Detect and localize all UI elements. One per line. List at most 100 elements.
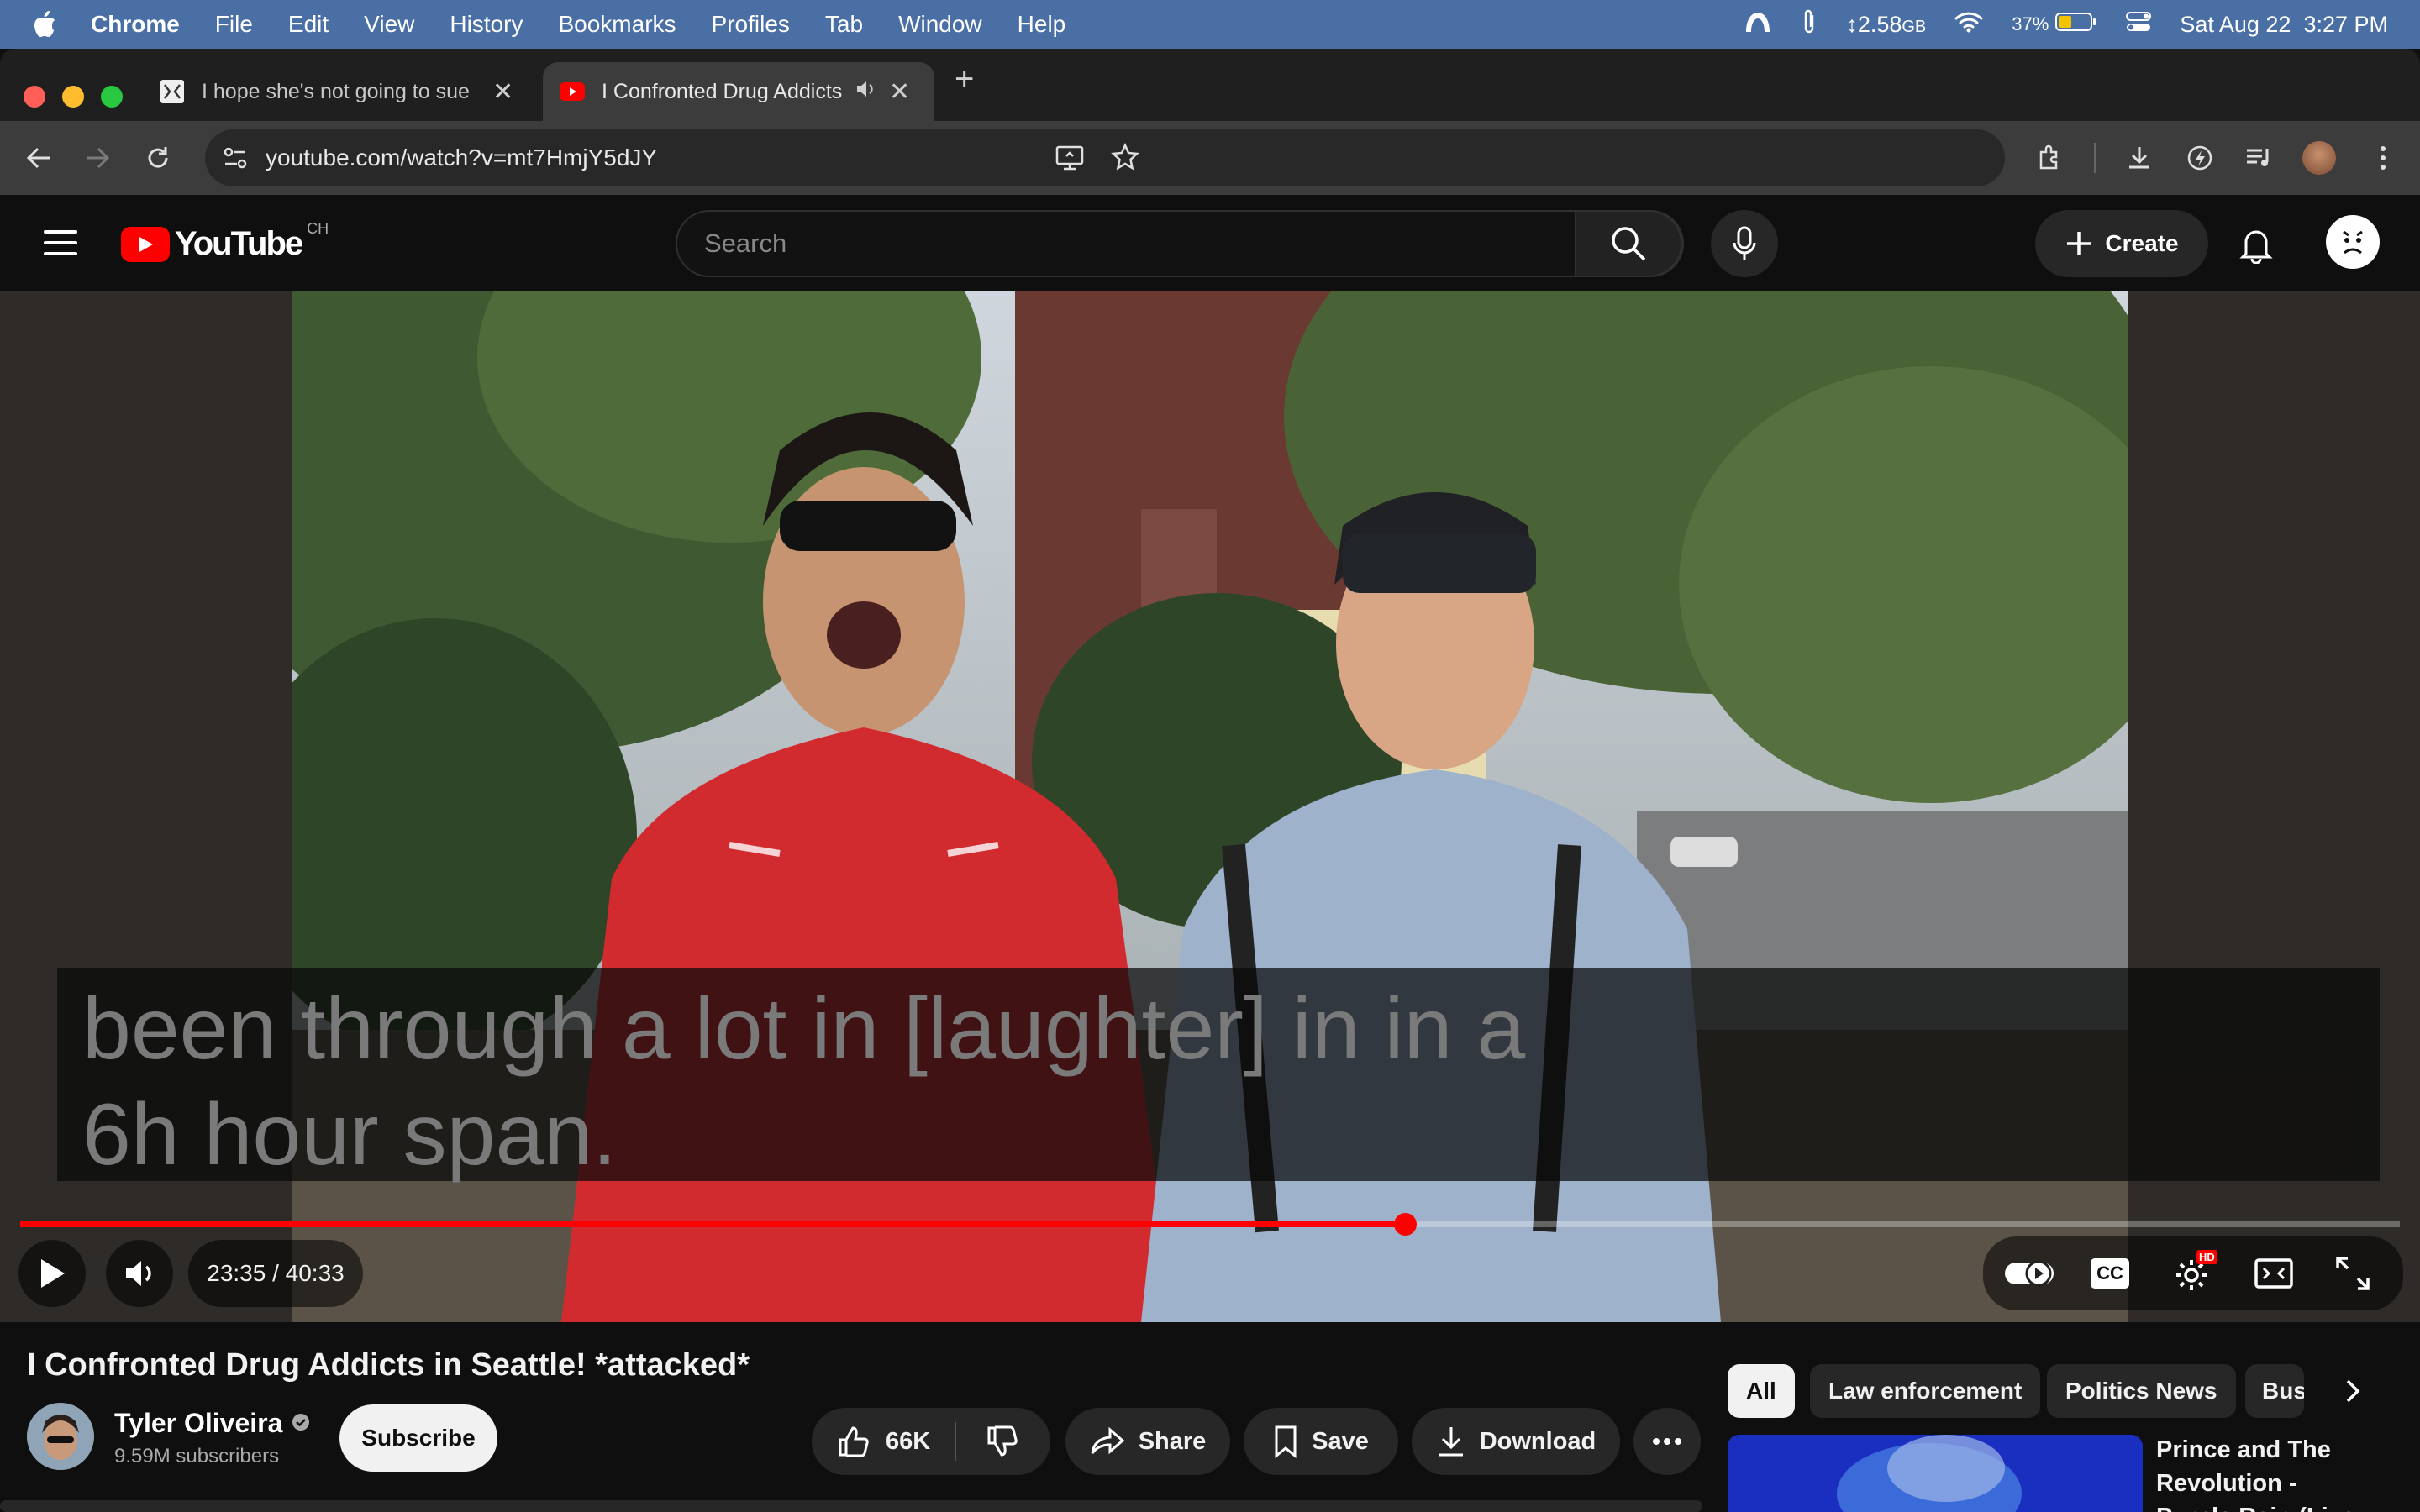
window-minimize-button[interactable] [62, 86, 84, 108]
menu-view[interactable]: View [364, 11, 414, 38]
more-actions-button[interactable] [1634, 1408, 1701, 1475]
channel-avatar-image [27, 1403, 94, 1470]
tab-title: I hope she's not going to sue [202, 79, 470, 103]
menu-tab[interactable]: Tab [825, 11, 863, 38]
chip-law-enforcement[interactable]: Law enforcement [1810, 1364, 2041, 1418]
more-horizontal-icon [1653, 1438, 1681, 1445]
chip-politics-news[interactable]: Politics News [2047, 1364, 2236, 1418]
tab-close-icon[interactable]: ✕ [492, 77, 513, 107]
channel-name-row[interactable]: Tyler Oliveira [114, 1408, 311, 1439]
site-settings-icon[interactable] [222, 144, 249, 176]
search-button[interactable] [1575, 210, 1682, 277]
dislike-button[interactable] [956, 1425, 1049, 1458]
tab-inactive[interactable]: I hope she's not going to sue ✕ [143, 62, 538, 121]
youtube-logo[interactable]: YouTube CH [121, 220, 329, 263]
subscriber-count: 9.59M subscribers [114, 1445, 280, 1467]
memory-arrows-icon: ↕ [1846, 11, 1858, 37]
cast-icon[interactable] [1055, 144, 1084, 176]
arc-icon[interactable] [1744, 10, 1772, 39]
like-count: 66K [886, 1427, 931, 1455]
new-tab-icon[interactable]: + [955, 60, 974, 98]
menu-file[interactable]: File [215, 11, 253, 38]
menu-history[interactable]: History [450, 11, 523, 38]
mute-button[interactable] [106, 1240, 173, 1307]
tab-title: I Confronted Drug Addicts [602, 79, 843, 103]
plus-icon [2067, 232, 2091, 255]
reload-icon[interactable] [139, 139, 176, 176]
wifi-icon[interactable] [1954, 11, 1983, 39]
frown-face-icon [2343, 230, 2363, 255]
control-center-icon[interactable] [2126, 11, 2152, 39]
macos-menubar: Chrome File Edit View History Bookmarks … [0, 0, 2420, 49]
play-button[interactable] [18, 1240, 86, 1307]
captions-button[interactable]: CC [2089, 1257, 2131, 1290]
time-text: 23:35 / 40:33 [207, 1260, 345, 1286]
tab-favicon-icon [160, 79, 185, 104]
bookmark-star-icon[interactable] [1111, 142, 1139, 176]
account-avatar[interactable] [2326, 215, 2380, 269]
caption-line-2: 6h hour span. [82, 1086, 618, 1184]
menu-bookmarks[interactable]: Bookmarks [558, 11, 676, 38]
url-text[interactable]: youtube.com/watch?v=mt7HmjY5dJY [266, 144, 657, 171]
tab-close-icon[interactable]: ✕ [889, 77, 910, 107]
tab-audio-icon[interactable] [855, 79, 877, 105]
back-icon[interactable] [20, 139, 57, 176]
tab-active[interactable]: I Confronted Drug Addicts ✕ [543, 62, 934, 121]
performance-icon[interactable] [2183, 141, 2217, 175]
downloads-icon[interactable] [2123, 141, 2156, 175]
subscribe-button[interactable]: Subscribe [339, 1404, 497, 1472]
progress-bar[interactable] [20, 1213, 2400, 1236]
window-zoom-button[interactable] [101, 86, 123, 108]
menu-app-name[interactable]: Chrome [91, 11, 180, 38]
thumbs-up-icon [839, 1426, 869, 1457]
channel-name[interactable]: Tyler Oliveira [114, 1408, 282, 1439]
like-button[interactable]: 66K [812, 1425, 955, 1458]
fullscreen-icon[interactable] [2333, 1253, 2373, 1294]
extensions-icon[interactable] [2033, 141, 2067, 175]
channel-avatar[interactable] [27, 1403, 94, 1470]
media-controls-icon[interactable] [2242, 141, 2275, 175]
caption-window: been through a lot in [laughter] in in a… [57, 968, 2380, 1184]
menu-edit[interactable]: Edit [288, 11, 329, 38]
voice-search-button[interactable] [1711, 210, 1778, 277]
search-input[interactable] [702, 223, 1543, 264]
youtube-wordmark: YouTube [175, 225, 303, 262]
share-label: Share [1138, 1427, 1207, 1455]
memory-status[interactable]: ↕2.58GB [1846, 12, 1926, 38]
share-button[interactable]: Share [1065, 1408, 1230, 1475]
clock[interactable]: Sat Aug 22 3:27 PM [2180, 12, 2388, 38]
progress-played [20, 1221, 1406, 1227]
video-player[interactable]: been through a lot in [laughter] in in a… [0, 291, 2420, 1322]
chip-business[interactable]: Bus [2245, 1364, 2304, 1418]
create-button[interactable]: Create [2035, 210, 2208, 277]
settings-gear-icon[interactable]: HD [2171, 1250, 2217, 1295]
autoplay-toggle-icon[interactable] [2002, 1257, 2057, 1290]
notifications-bell-icon[interactable] [2235, 223, 2277, 265]
download-button[interactable]: Download [1412, 1408, 1620, 1475]
chrome-menu-icon[interactable] [2366, 141, 2400, 175]
chrome-toolbar: youtube.com/watch?v=mt7HmjY5dJY [0, 121, 2420, 195]
share-icon [1091, 1426, 1124, 1455]
horizontal-scrollbar[interactable] [0, 1500, 1702, 1512]
profile-avatar-icon[interactable] [2302, 141, 2336, 175]
guide-menu-icon[interactable] [44, 230, 77, 263]
recommendation-thumbnail[interactable] [1728, 1435, 2143, 1512]
theater-mode-icon[interactable] [2252, 1255, 2296, 1292]
apple-icon[interactable] [32, 10, 66, 39]
chips-next-chevron-icon[interactable] [2336, 1374, 2370, 1412]
chip-all[interactable]: All [1728, 1364, 1795, 1418]
forward-icon[interactable] [79, 139, 116, 176]
create-label: Create [2105, 230, 2179, 256]
memory-unit: GB [1902, 17, 1927, 36]
battery-status[interactable]: 37% [2012, 12, 2097, 38]
window-close-button[interactable] [24, 86, 45, 108]
menu-window[interactable]: Window [898, 11, 982, 38]
search-box [676, 210, 1684, 277]
recommendation-title[interactable]: Prince and The Revolution - Purple Rain … [2156, 1433, 2375, 1512]
menu-help[interactable]: Help [1018, 11, 1066, 38]
paperclip-icon[interactable] [1801, 8, 1818, 41]
save-button[interactable]: Save [1244, 1408, 1398, 1475]
address-bar[interactable]: youtube.com/watch?v=mt7HmjY5dJY [205, 129, 2005, 186]
time-display: 23:35 / 40:33 [188, 1240, 363, 1307]
menu-profiles[interactable]: Profiles [712, 11, 790, 38]
